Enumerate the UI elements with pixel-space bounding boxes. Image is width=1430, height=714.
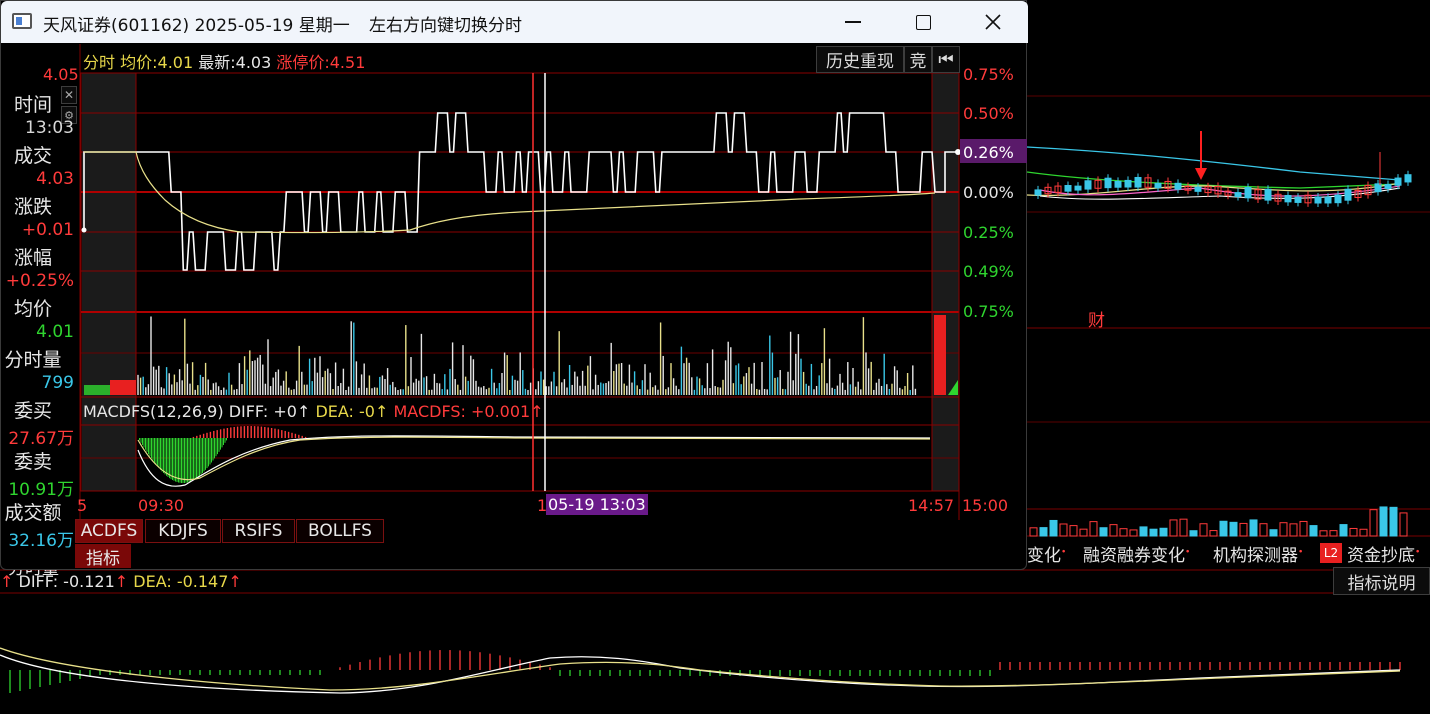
axis-percent-label: 0.25%	[963, 223, 1014, 242]
info-value: +0.25%	[5, 271, 74, 291]
info-value: 32.16万	[8, 531, 74, 551]
first-page-icon: ⏮	[938, 49, 954, 70]
tab-bollfs[interactable]: BOLLFS	[296, 519, 384, 543]
info-label: 涨幅	[13, 247, 52, 269]
tab-kdjfs[interactable]: KDJFS	[145, 519, 221, 543]
chart-header: 分时 均价:4.01 最新:4.03 涨停价:4.51	[83, 53, 366, 72]
top-price-label: 4.05	[43, 65, 79, 84]
intraday-chart	[79, 44, 1027, 520]
time-open: 09:30	[138, 496, 185, 515]
axis-percent-label: 0.50%	[963, 104, 1014, 123]
info-value: 10.91万	[8, 480, 74, 500]
axis-percent-label: 0.49%	[963, 262, 1014, 281]
info-label: 成交	[13, 145, 52, 167]
axis-percent-label: 0.75%	[963, 302, 1014, 321]
axis-percent-label: 0.75%	[963, 65, 1014, 84]
cursor-time-label: 05-19 13:03	[546, 494, 648, 515]
info-value: 4.03	[36, 169, 74, 189]
time-close: 15:00	[962, 496, 1009, 515]
info-label: 委卖	[13, 451, 52, 473]
info-value: +0.01	[21, 220, 74, 240]
info-label: 分时量	[4, 349, 62, 371]
time-last: 14:57	[908, 496, 955, 515]
info-label: 时间	[13, 94, 52, 116]
go-first-button[interactable]: ⏮	[932, 46, 960, 73]
info-value: 13:03	[25, 118, 74, 138]
history-replay-button[interactable]: 历史重现	[816, 46, 904, 73]
info-value: 4.01	[36, 322, 74, 342]
indicator-legend: MACDFS(12,26,9) DIFF: +0↑ DEA: -0↑ MACDF…	[83, 402, 544, 421]
info-label: 均价	[13, 298, 52, 320]
info-label: 涨跌	[13, 196, 52, 218]
tab-macdfs[interactable]: ACDFS	[75, 519, 143, 543]
info-label: 成交额	[4, 502, 62, 524]
time-start: 5	[77, 496, 88, 515]
axis-percent-label: 0.00%	[963, 183, 1014, 202]
tab-rsifs[interactable]: RSIFS	[222, 519, 295, 543]
axis-percent-label: 0.26%	[963, 143, 1014, 162]
info-value: 799	[41, 373, 74, 393]
auction-button[interactable]: 竞	[904, 46, 932, 73]
volume-bar	[110, 380, 136, 395]
info-value: 27.67万	[8, 429, 74, 449]
info-label: 委买	[13, 400, 52, 422]
indicator-tab[interactable]: 指标	[75, 544, 131, 569]
